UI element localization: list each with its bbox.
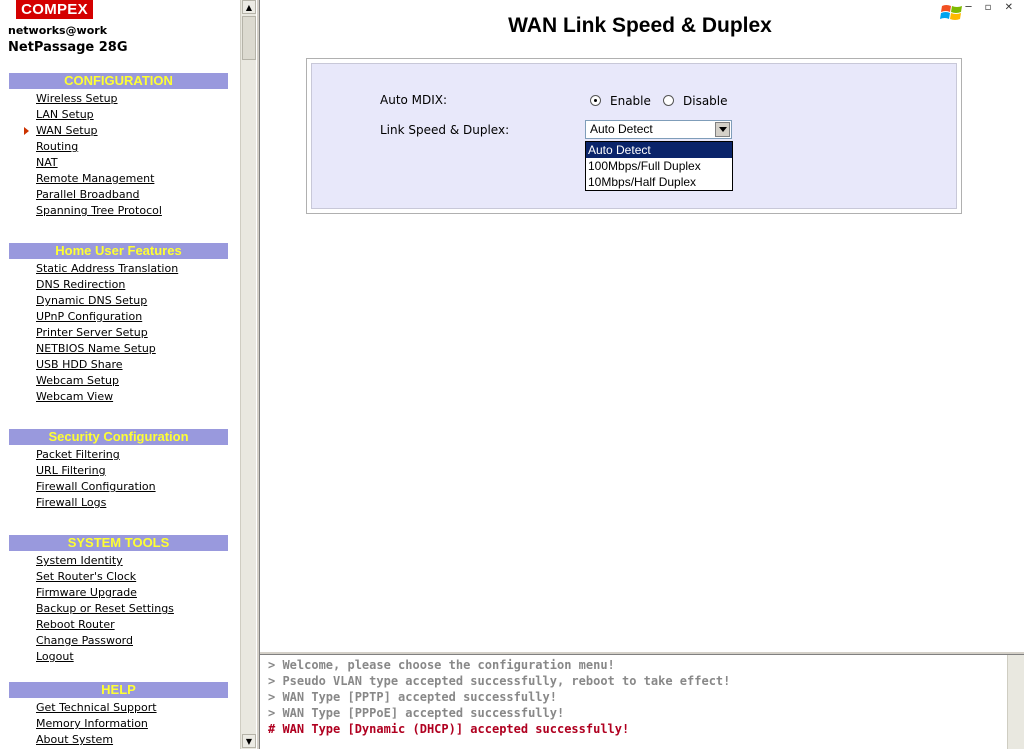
link-speed-dropdown[interactable]: Auto Detect 100Mbps/Full Duplex 10Mbps/H… [585, 141, 733, 191]
nav-item-webcam-setup[interactable]: Webcam Setup [9, 373, 228, 389]
section-configuration: CONFIGURATION Wireless Setup LAN Setup W… [9, 73, 228, 219]
nav-item-nat[interactable]: NAT [9, 155, 228, 171]
nav-item-about-system[interactable]: About System [9, 732, 228, 748]
dropdown-arrow-icon[interactable] [715, 122, 730, 137]
section-header: Security Configuration [9, 429, 228, 445]
window-controls[interactable]: ─ ▫ ✕ [965, 2, 1018, 13]
brand-tagline: networks@work [8, 24, 108, 37]
nav-item-set-clock[interactable]: Set Router's Clock [9, 569, 228, 585]
nav-scrollbar[interactable]: ▲ ▼ [240, 0, 257, 749]
nav-item-memory-info[interactable]: Memory Information [9, 716, 228, 732]
nav-item-logout[interactable]: Logout [9, 649, 228, 665]
log-line: > Welcome, please choose the configurati… [268, 658, 615, 672]
product-name: NetPassage 28G [8, 40, 128, 55]
nav-item-dns-redirection[interactable]: DNS Redirection [9, 277, 228, 293]
nav-item-packet-filtering[interactable]: Packet Filtering [9, 447, 228, 463]
mdix-disable-radio[interactable] [663, 95, 674, 106]
nav-item-wireless-setup[interactable]: Wireless Setup [9, 91, 228, 107]
auto-mdix-label: Auto MDIX: [380, 93, 448, 107]
mdix-enable-radio[interactable] [590, 95, 601, 106]
nav-item-webcam-view[interactable]: Webcam View [9, 389, 228, 405]
nav-item-static-address-translation[interactable]: Static Address Translation [9, 261, 228, 277]
nav-item-routing[interactable]: Routing [9, 139, 228, 155]
link-speed-value: Auto Detect [590, 122, 653, 136]
log-line: > Pseudo VLAN type accepted successfully… [268, 674, 731, 688]
section-header: Home User Features [9, 243, 228, 259]
nav-frame: COMPEX networks@work NetPassage 28G CONF… [0, 0, 240, 749]
nav-item-parallel-broadband[interactable]: Parallel Broadband [9, 187, 228, 203]
section-help: HELP Get Technical Support Memory Inform… [9, 682, 228, 748]
log-line: > WAN Type [PPPoE] accepted successfully… [268, 706, 565, 720]
page-title: WAN Link Speed & Duplex [508, 14, 772, 37]
nav-item-firewall-logs[interactable]: Firewall Logs [9, 495, 228, 511]
nav-item-upnp[interactable]: UPnP Configuration [9, 309, 228, 325]
nav-item-firmware-upgrade[interactable]: Firmware Upgrade [9, 585, 228, 601]
section-header: CONFIGURATION [9, 73, 228, 89]
log-line-current: # WAN Type [Dynamic (DHCP)] accepted suc… [268, 722, 630, 736]
section-system-tools: SYSTEM TOOLS System Identity Set Router'… [9, 535, 228, 665]
section-header: SYSTEM TOOLS [9, 535, 228, 551]
mdix-enable-label[interactable]: Enable [610, 94, 651, 108]
active-arrow-icon [24, 127, 29, 135]
nav-item-netbios[interactable]: NETBIOS Name Setup [9, 341, 228, 357]
nav-item-tech-support[interactable]: Get Technical Support [9, 700, 228, 716]
status-scrollbar[interactable] [1007, 655, 1024, 749]
scroll-thumb[interactable] [242, 16, 256, 60]
nav-item-firewall-config[interactable]: Firewall Configuration [9, 479, 228, 495]
nav-item-change-password[interactable]: Change Password [9, 633, 228, 649]
section-security: Security Configuration Packet Filtering … [9, 429, 228, 511]
option-10mbps-half[interactable]: 10Mbps/Half Duplex [586, 174, 732, 190]
nav-item-url-filtering[interactable]: URL Filtering [9, 463, 228, 479]
option-auto-detect[interactable]: Auto Detect [586, 142, 732, 158]
scroll-down-icon[interactable]: ▼ [242, 734, 256, 748]
nav-item-remote-management[interactable]: Remote Management [9, 171, 228, 187]
nav-item-reboot-router[interactable]: Reboot Router [9, 617, 228, 633]
section-header: HELP [9, 682, 228, 698]
status-frame: > Welcome, please choose the configurati… [260, 655, 1024, 749]
link-speed-label: Link Speed & Duplex: [380, 123, 510, 137]
scroll-up-icon[interactable]: ▲ [242, 0, 256, 14]
status-log: > Welcome, please choose the configurati… [268, 657, 730, 737]
link-speed-select[interactable]: Auto Detect [585, 120, 732, 139]
compex-logo: COMPEX [16, 0, 93, 19]
nav-item-usb-hdd[interactable]: USB HDD Share [9, 357, 228, 373]
nav-item-dynamic-dns[interactable]: Dynamic DNS Setup [9, 293, 228, 309]
content-frame: ─ ▫ ✕ WAN Link Speed & Duplex Auto MDIX:… [260, 0, 1024, 651]
option-100mbps-full[interactable]: 100Mbps/Full Duplex [586, 158, 732, 174]
nav-item-lan-setup[interactable]: LAN Setup [9, 107, 228, 123]
log-line: > WAN Type [PPTP] accepted successfully! [268, 690, 557, 704]
nav-item-wan-setup[interactable]: WAN Setup [9, 123, 228, 139]
section-home-user-features: Home User Features Static Address Transl… [9, 243, 228, 405]
nav-item-spanning-tree[interactable]: Spanning Tree Protocol [9, 203, 228, 219]
nav-item-printer-server[interactable]: Printer Server Setup [9, 325, 228, 341]
nav-item-system-identity[interactable]: System Identity [9, 553, 228, 569]
nav-item-backup-reset[interactable]: Backup or Reset Settings [9, 601, 228, 617]
mdix-disable-label[interactable]: Disable [683, 94, 728, 108]
